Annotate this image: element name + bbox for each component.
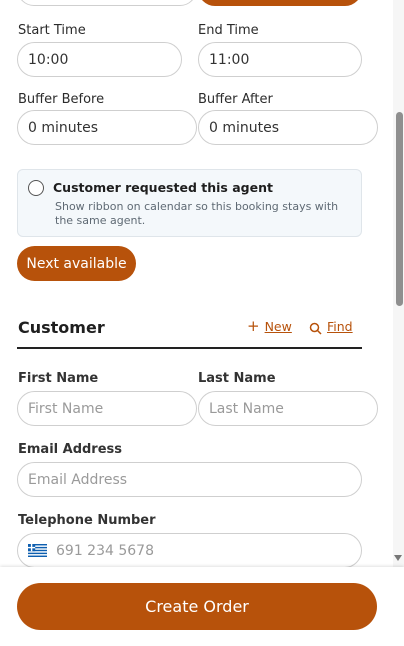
- scrollbar-thumb[interactable]: [396, 112, 403, 306]
- phone-label: Telephone Number: [18, 513, 156, 528]
- email-input[interactable]: Email Address: [17, 462, 362, 497]
- phone-placeholder: 691 234 5678: [56, 542, 154, 559]
- last-name-label: Last Name: [198, 371, 276, 386]
- agent-request-title: Customer requested this agent: [53, 180, 273, 195]
- agent-request-description: Show ribbon on calendar so this booking …: [55, 200, 339, 227]
- new-customer-link[interactable]: + New: [247, 317, 292, 335]
- start-time-input[interactable]: 10:00: [17, 42, 182, 77]
- partial-input-top[interactable]: [17, 0, 197, 6]
- first-name-label: First Name: [18, 371, 99, 386]
- end-time-label: End Time: [198, 23, 259, 38]
- customer-heading: Customer: [18, 318, 105, 337]
- agent-request-radio[interactable]: [28, 180, 44, 196]
- phone-input[interactable]: 691 234 5678: [17, 533, 362, 568]
- greece-flag-icon: [28, 544, 47, 557]
- next-available-button[interactable]: Next available: [17, 246, 136, 281]
- last-name-input[interactable]: Last Name: [198, 391, 378, 426]
- start-time-label: Start Time: [18, 23, 86, 38]
- first-name-input[interactable]: First Name: [17, 391, 197, 426]
- buffer-after-label: Buffer After: [198, 92, 273, 107]
- partial-button-top[interactable]: [198, 0, 362, 6]
- find-customer-label: Find: [327, 319, 353, 334]
- buffer-before-input[interactable]: 0 minutes: [17, 110, 197, 145]
- end-time-input[interactable]: 11:00: [198, 42, 362, 77]
- search-icon: [309, 320, 322, 335]
- buffer-before-label: Buffer Before: [18, 92, 105, 107]
- scroll-down-arrow-icon[interactable]: [394, 555, 402, 561]
- email-label: Email Address: [18, 442, 123, 457]
- agent-request-panel: Customer requested this agent Show ribbo…: [17, 169, 362, 237]
- customer-divider: [17, 347, 362, 349]
- buffer-after-input[interactable]: 0 minutes: [198, 110, 378, 145]
- new-customer-label: New: [264, 319, 292, 334]
- find-customer-link[interactable]: Find: [309, 319, 353, 335]
- create-order-button[interactable]: Create Order: [17, 583, 377, 630]
- plus-icon: +: [247, 317, 260, 335]
